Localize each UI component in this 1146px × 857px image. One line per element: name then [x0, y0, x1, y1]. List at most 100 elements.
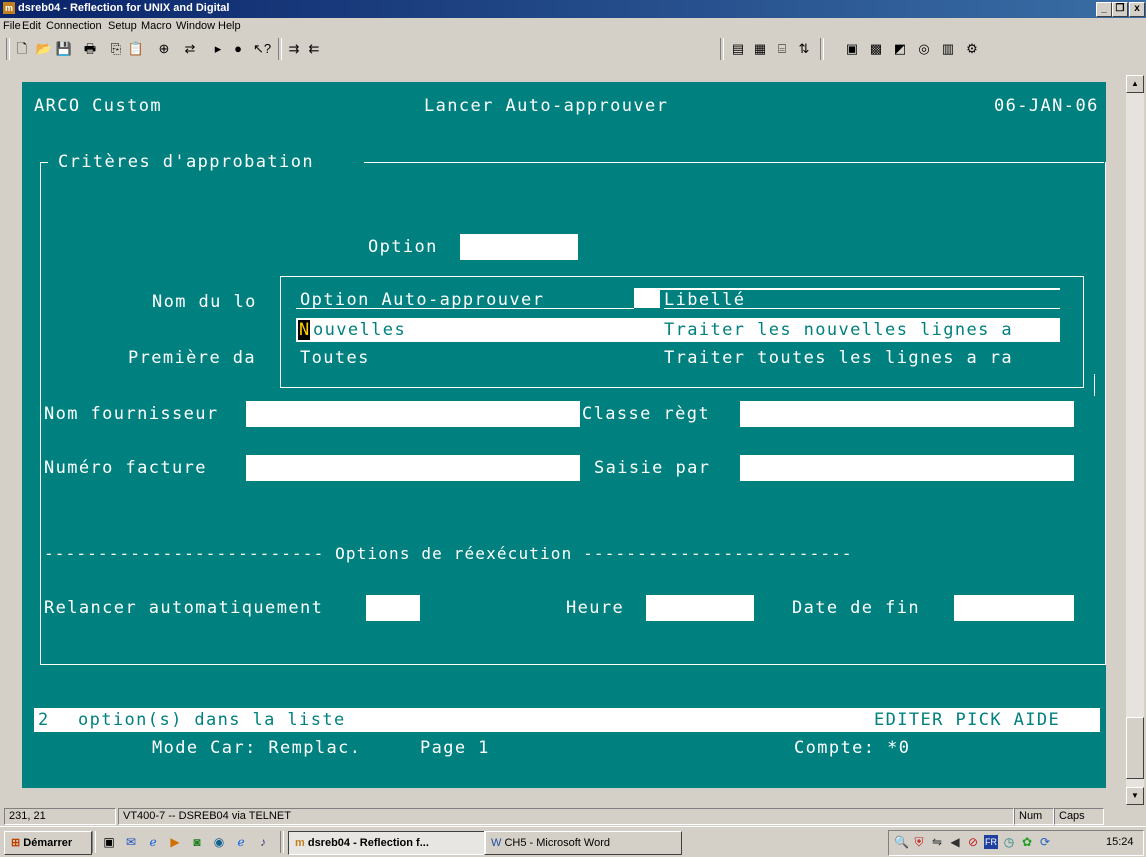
- first-date-label: Première da: [128, 348, 256, 368]
- time-label: Heure: [566, 598, 625, 618]
- option-field[interactable]: [460, 234, 578, 260]
- search-icon[interactable]: 🔍: [894, 835, 909, 849]
- connection-status: VT400-7 -- DSREB04 via TELNET: [118, 808, 1014, 825]
- app-icon[interactable]: ◙: [190, 835, 204, 849]
- start-button[interactable]: ⊞ Démarrer: [4, 831, 92, 855]
- disconnect-icon[interactable]: ⇄: [180, 40, 200, 58]
- volume-icon[interactable]: ◀: [948, 835, 962, 849]
- minimize-button[interactable]: _: [1096, 2, 1112, 17]
- vertical-scrollbar[interactable]: ▲ ▼: [1126, 75, 1144, 805]
- close-button[interactable]: x: [1129, 2, 1145, 17]
- windows-logo-icon: ⊞: [11, 837, 21, 849]
- status-bar: 231, 21 VT400-7 -- DSREB04 via TELNET Nu…: [0, 806, 1146, 826]
- end-date-field[interactable]: [954, 595, 1074, 621]
- restore-button[interactable]: ❐: [1112, 2, 1128, 17]
- reflection-icon[interactable]: m: [3, 2, 15, 14]
- open-folder-icon[interactable]: 📂: [34, 40, 54, 58]
- display-setup-icon[interactable]: ▦: [750, 40, 770, 58]
- header-title: Lancer Auto-approuver: [424, 96, 669, 116]
- taskbar: ⊞ Démarrer ▣ ✉ ℯ ▶ ◙ ◉ ℯ ♪ m dsreb04 - R…: [0, 826, 1146, 857]
- new-document-icon[interactable]: 🗋: [12, 40, 32, 58]
- menu-connection[interactable]: Connection: [46, 20, 102, 32]
- terminal-setup-icon[interactable]: ⌸: [772, 40, 792, 58]
- file-transfer-icon[interactable]: ⇅: [794, 40, 814, 58]
- browser-icon[interactable]: ℯ: [234, 835, 248, 849]
- page-text: Page 1: [420, 738, 490, 758]
- toolbar-separator: [278, 38, 282, 60]
- task-label: dsreb04 - Reflection f...: [307, 837, 429, 849]
- language-fr-icon[interactable]: FR: [984, 835, 998, 849]
- toolbar-separator: [820, 38, 824, 60]
- color-setup-icon[interactable]: ▩: [866, 40, 886, 58]
- supplier-label: Nom fournisseur: [44, 404, 219, 424]
- show-desktop-icon[interactable]: ▣: [102, 835, 116, 849]
- task-word[interactable]: W CH5 - Microsoft Word: [484, 831, 682, 855]
- hotspot-icon[interactable]: ▣: [842, 40, 862, 58]
- popup-row-label: Traiter toutes les lignes a ra: [664, 348, 1014, 368]
- invoice-field[interactable]: [246, 455, 580, 481]
- start-label: Démarrer: [23, 837, 73, 849]
- popup-row-option[interactable]: Toutes: [300, 348, 370, 368]
- popup-col1-header: Option Auto-approuver: [300, 290, 545, 310]
- connect-icon[interactable]: ⊕: [154, 40, 174, 58]
- word-icon: W: [491, 837, 502, 849]
- popup-row-label: Traiter les nouvelles lignes a: [664, 320, 1014, 340]
- sync-icon[interactable]: ⟳: [1038, 835, 1052, 849]
- supplier-field[interactable]: [246, 401, 580, 427]
- save-icon[interactable]: 💾: [54, 40, 74, 58]
- menu-setup[interactable]: Setup: [108, 20, 137, 32]
- taskbar-separator: [280, 831, 284, 853]
- window-title-bar[interactable]: m dsreb04 - Reflection for UNIX and Digi…: [0, 0, 1146, 18]
- pay-class-field[interactable]: [740, 401, 1074, 427]
- window-title: dsreb04 - Reflection for UNIX and Digita…: [18, 2, 230, 14]
- netscape-icon[interactable]: ◉: [212, 835, 226, 849]
- event-icon[interactable]: ◎: [914, 40, 934, 58]
- popup-col2-header: Libellé: [664, 290, 746, 310]
- clock-icon[interactable]: ◷: [1002, 835, 1016, 849]
- menu-bar: File Edit Connection Setup Macro Window …: [0, 18, 1146, 34]
- context-help-icon[interactable]: ↖?: [252, 40, 272, 58]
- paste-icon[interactable]: 📋: [126, 40, 146, 58]
- messenger-icon[interactable]: ✿: [1020, 835, 1034, 849]
- receive-icon[interactable]: ⇇: [304, 40, 324, 58]
- menu-file[interactable]: File: [3, 20, 21, 32]
- record-macro-icon[interactable]: ●: [228, 40, 248, 58]
- entered-by-label: Saisie par: [594, 458, 711, 478]
- menu-help[interactable]: Help: [218, 20, 241, 32]
- play-macro-icon[interactable]: ▸: [208, 40, 228, 58]
- shield-icon[interactable]: ⛨: [912, 835, 926, 849]
- mouse-map-icon[interactable]: ◩: [890, 40, 910, 58]
- send-icon[interactable]: ⇉: [284, 40, 304, 58]
- scroll-thumb[interactable]: [1126, 717, 1144, 779]
- settings-icon[interactable]: ⚙: [962, 40, 982, 58]
- winamp-icon[interactable]: ♪: [256, 835, 270, 849]
- cursor-char: N: [299, 320, 311, 340]
- antivirus-icon[interactable]: ⊘: [966, 835, 980, 849]
- scroll-up-icon[interactable]: ▲: [1126, 75, 1144, 93]
- time-field[interactable]: [646, 595, 754, 621]
- outlook-icon[interactable]: ✉: [124, 835, 138, 849]
- ie-icon[interactable]: ℯ: [146, 835, 160, 849]
- keyboard-map-icon[interactable]: ▤: [728, 40, 748, 58]
- menu-edit[interactable]: Edit: [22, 20, 41, 32]
- scroll-down-icon[interactable]: ▼: [1126, 787, 1144, 805]
- name-label: Nom du lo: [152, 292, 257, 312]
- network-icon[interactable]: ⇋: [930, 835, 944, 849]
- print-icon[interactable]: 🖶: [80, 40, 100, 58]
- status-keys: EDITER PICK AIDE: [874, 710, 1061, 730]
- entered-by-field[interactable]: [740, 455, 1074, 481]
- menu-macro[interactable]: Macro: [141, 20, 172, 32]
- terminal-screen[interactable]: ARCO Custom Lancer Auto-approuver 06-JAN…: [22, 82, 1106, 788]
- auto-rerun-field[interactable]: [366, 595, 420, 621]
- media-icon[interactable]: ▶: [168, 835, 182, 849]
- status-text: option(s) dans la liste: [78, 710, 346, 730]
- toolbar-setup-icon[interactable]: ▥: [938, 40, 958, 58]
- count-text: Compte: *0: [794, 738, 911, 758]
- task-label: CH5 - Microsoft Word: [504, 837, 610, 849]
- task-reflection[interactable]: m dsreb04 - Reflection f...: [288, 831, 486, 855]
- popup-header-gap: [634, 288, 660, 308]
- num-lock-indicator: Num: [1014, 808, 1054, 825]
- menu-window[interactable]: Window: [176, 20, 215, 32]
- copy-icon[interactable]: ⎘: [106, 40, 126, 58]
- header-app-name: ARCO Custom: [34, 96, 162, 116]
